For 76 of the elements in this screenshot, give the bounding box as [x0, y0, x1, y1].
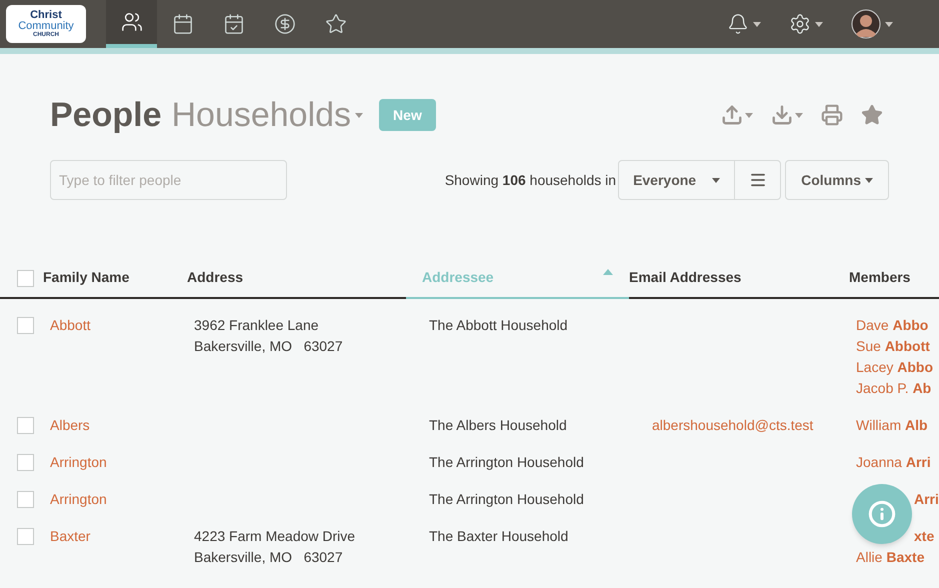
- caret-icon: [865, 178, 873, 182]
- caret-icon: [795, 112, 803, 118]
- select-all-checkbox[interactable]: [17, 270, 34, 287]
- row-checkbox[interactable]: [17, 417, 34, 434]
- avatar-icon: [851, 9, 881, 39]
- new-button[interactable]: New: [379, 99, 436, 131]
- summary-text: Showing 106 households in: [444, 170, 616, 190]
- member-link[interactable]: Dave Abbo: [856, 315, 928, 336]
- calendar-icon: [172, 13, 194, 35]
- caret-icon: [885, 22, 893, 26]
- family-name-link[interactable]: Albers: [50, 417, 90, 433]
- caret-icon: [753, 22, 761, 26]
- menu-icon: [748, 171, 767, 189]
- column-header[interactable]: Family Name: [43, 267, 187, 297]
- logo-text: Community: [18, 21, 74, 32]
- caret-icon: [745, 112, 753, 118]
- address-text: Bakersville, MO 63027: [194, 548, 344, 567]
- family-name-link[interactable]: Arrington: [50, 454, 107, 470]
- column-header[interactable]: Addressee: [406, 267, 629, 299]
- address-text: 3962 Franklee Lane: [194, 316, 320, 335]
- households-dropdown[interactable]: Households: [171, 98, 364, 132]
- info-icon: [868, 500, 896, 528]
- family-name-link[interactable]: Arrington: [50, 491, 107, 507]
- address-text: 4223 Farm Meadow Drive: [194, 527, 356, 546]
- member-link[interactable]: William Alb: [856, 415, 928, 436]
- account-button[interactable]: [851, 9, 893, 39]
- member-link[interactable]: Jacob P. Ab: [856, 378, 932, 399]
- caret-icon: [712, 178, 720, 182]
- page-title: People: [50, 98, 162, 132]
- row-checkbox[interactable]: [17, 491, 34, 508]
- member-link[interactable]: Sue Abbott: [856, 336, 930, 357]
- email-link[interactable]: albershousehold@cts.test: [652, 417, 814, 433]
- addressee-text: The Albers Household: [429, 417, 567, 433]
- calendar-check-icon: [222, 13, 244, 35]
- addressee-text: The Arrington Household: [429, 491, 584, 507]
- export-button[interactable]: [771, 104, 803, 126]
- list-dropdown[interactable]: Everyone: [619, 161, 734, 199]
- member-link[interactable]: Lacey Abbo: [856, 357, 934, 378]
- notifications-button[interactable]: [727, 13, 761, 35]
- family-name-link[interactable]: Abbott: [50, 317, 90, 333]
- info-button[interactable]: [852, 484, 912, 544]
- star-icon: [861, 104, 883, 126]
- addressee-text: The Baxter Household: [429, 528, 568, 544]
- logo-text: Christ: [30, 10, 62, 21]
- addressee-text: The Arrington Household: [429, 454, 584, 470]
- bell-icon: [727, 13, 749, 35]
- star-icon: [324, 13, 346, 35]
- member-link[interactable]: Arri: [914, 489, 939, 510]
- row-checkbox[interactable]: [17, 454, 34, 471]
- sort-ascending-icon: [603, 269, 613, 275]
- print-button[interactable]: [821, 104, 843, 126]
- column-header[interactable]: Members: [849, 267, 939, 297]
- family-name-link[interactable]: Baxter: [50, 528, 90, 544]
- nav-tab[interactable]: [106, 0, 157, 48]
- import-button[interactable]: [721, 104, 753, 126]
- print-icon: [821, 104, 843, 126]
- member-link[interactable]: xte: [914, 526, 934, 547]
- column-header[interactable]: Email Addresses: [629, 267, 849, 297]
- caret-icon: [355, 112, 364, 118]
- columns-button[interactable]: Columns: [785, 160, 889, 200]
- favorite-button[interactable]: [861, 104, 883, 126]
- people-icon: [120, 11, 142, 33]
- column-header[interactable]: Address: [187, 267, 406, 297]
- address-text: Bakersville, MO 63027: [194, 337, 344, 356]
- settings-button[interactable]: [789, 13, 823, 35]
- filter-field[interactable]: Type to filter people: [50, 160, 287, 200]
- upload-icon: [721, 104, 743, 126]
- row-checkbox[interactable]: [17, 317, 34, 334]
- caret-icon: [815, 22, 823, 26]
- member-link[interactable]: Allie Baxte: [856, 547, 924, 568]
- member-link[interactable]: Joanna Arri: [856, 452, 931, 473]
- coin-icon: [274, 13, 296, 35]
- row-checkbox[interactable]: [17, 528, 34, 545]
- download-icon: [771, 104, 793, 126]
- settings-icon: [789, 13, 811, 35]
- addressee-text: The Abbott Household: [429, 317, 568, 333]
